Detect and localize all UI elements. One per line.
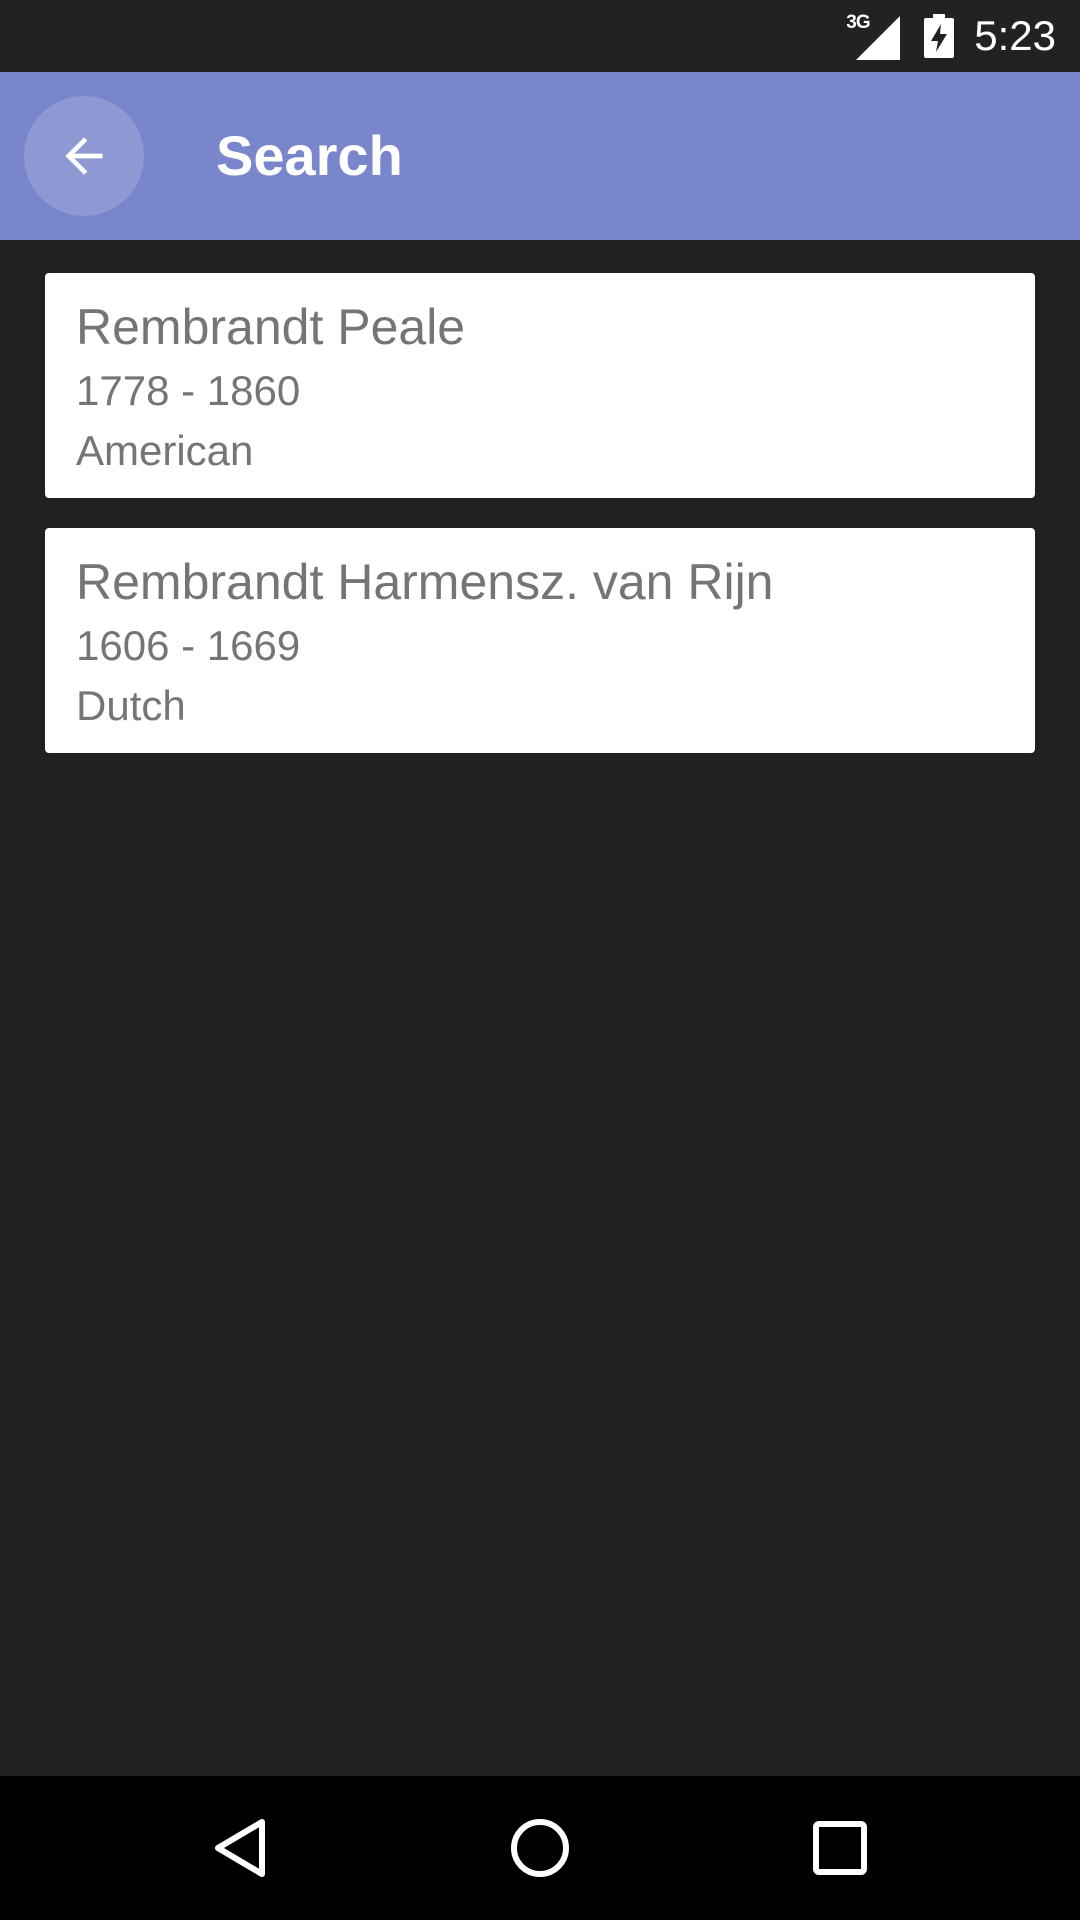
artist-name: Rembrandt Peale — [76, 299, 466, 355]
back-button[interactable] — [24, 96, 144, 216]
search-results-list: Rembrandt Peale 1778 - 1860 American Rem… — [45, 273, 1035, 783]
nav-home-button[interactable] — [460, 1776, 620, 1920]
nav-recents-icon — [813, 1821, 867, 1875]
result-card[interactable]: Rembrandt Peale 1778 - 1860 American — [45, 273, 1035, 498]
signal-indicator: 3G — [846, 12, 902, 60]
battery-charging-icon — [924, 14, 955, 58]
arrow-back-icon — [65, 137, 103, 175]
status-icons: 3G 5:23 — [846, 0, 1056, 72]
artist-nationality: Dutch — [76, 682, 186, 729]
status-bar: 3G 5:23 — [0, 0, 1080, 72]
page-title: Search — [216, 124, 403, 187]
result-card[interactable]: Rembrandt Harmensz. van Rijn 1606 - 1669… — [45, 528, 1035, 753]
status-time: 5:23 — [974, 12, 1056, 59]
navigation-bar — [0, 1776, 1080, 1920]
artist-name: Rembrandt Harmensz. van Rijn — [76, 554, 774, 610]
artist-years: 1778 - 1860 — [76, 367, 301, 414]
artist-nationality: American — [76, 427, 254, 474]
nav-back-button[interactable] — [160, 1776, 320, 1920]
nav-back-icon — [215, 1819, 265, 1877]
nav-recents-button[interactable] — [760, 1776, 920, 1920]
artist-years: 1606 - 1669 — [76, 622, 301, 669]
nav-home-icon — [511, 1819, 569, 1877]
app-bar: Search — [0, 72, 1080, 240]
signal-icon — [856, 16, 901, 60]
